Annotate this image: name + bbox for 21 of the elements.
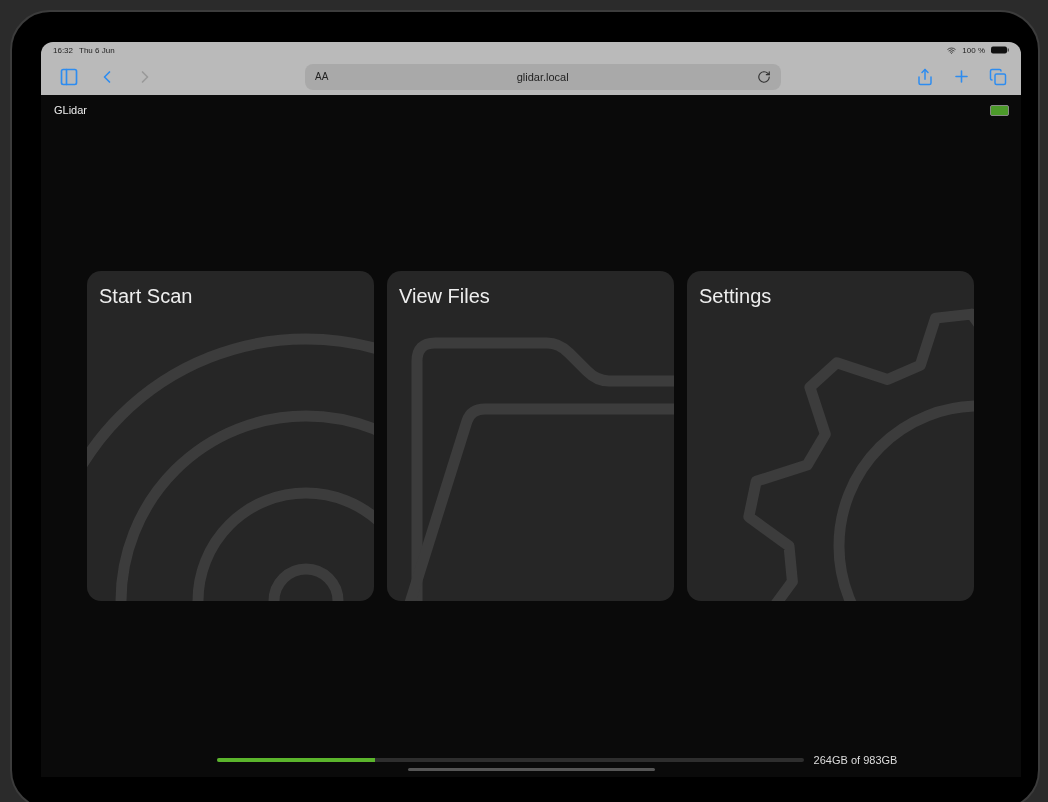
menu-card[interactable]: View Files xyxy=(387,271,674,601)
address-bar[interactable]: AA glidar.local xyxy=(305,63,781,90)
menu-card[interactable]: Start Scan xyxy=(87,271,374,601)
folder-icon xyxy=(403,337,674,601)
status-date: Thu 6 Jun xyxy=(79,45,115,55)
battery-icon xyxy=(991,46,1009,54)
wifi-icon xyxy=(947,45,957,55)
text-size-button[interactable]: AA xyxy=(315,71,329,82)
menu-card[interactable]: Settings xyxy=(687,271,974,601)
plus-icon[interactable] xyxy=(952,67,971,86)
battery-indicator-icon xyxy=(990,104,1009,116)
sidebar-icon[interactable] xyxy=(59,66,79,87)
battery-percent: 100 % xyxy=(962,45,985,55)
share-icon[interactable] xyxy=(916,67,934,86)
app-title: GLidar xyxy=(54,104,88,116)
storage-reading: 264GB of 983GB xyxy=(813,754,898,766)
reload-icon[interactable] xyxy=(757,69,771,84)
tabs-icon[interactable] xyxy=(989,67,1007,86)
url-text: glidar.local xyxy=(515,70,570,83)
gear-icon xyxy=(743,308,974,601)
status-time: 16:32 xyxy=(53,45,74,55)
